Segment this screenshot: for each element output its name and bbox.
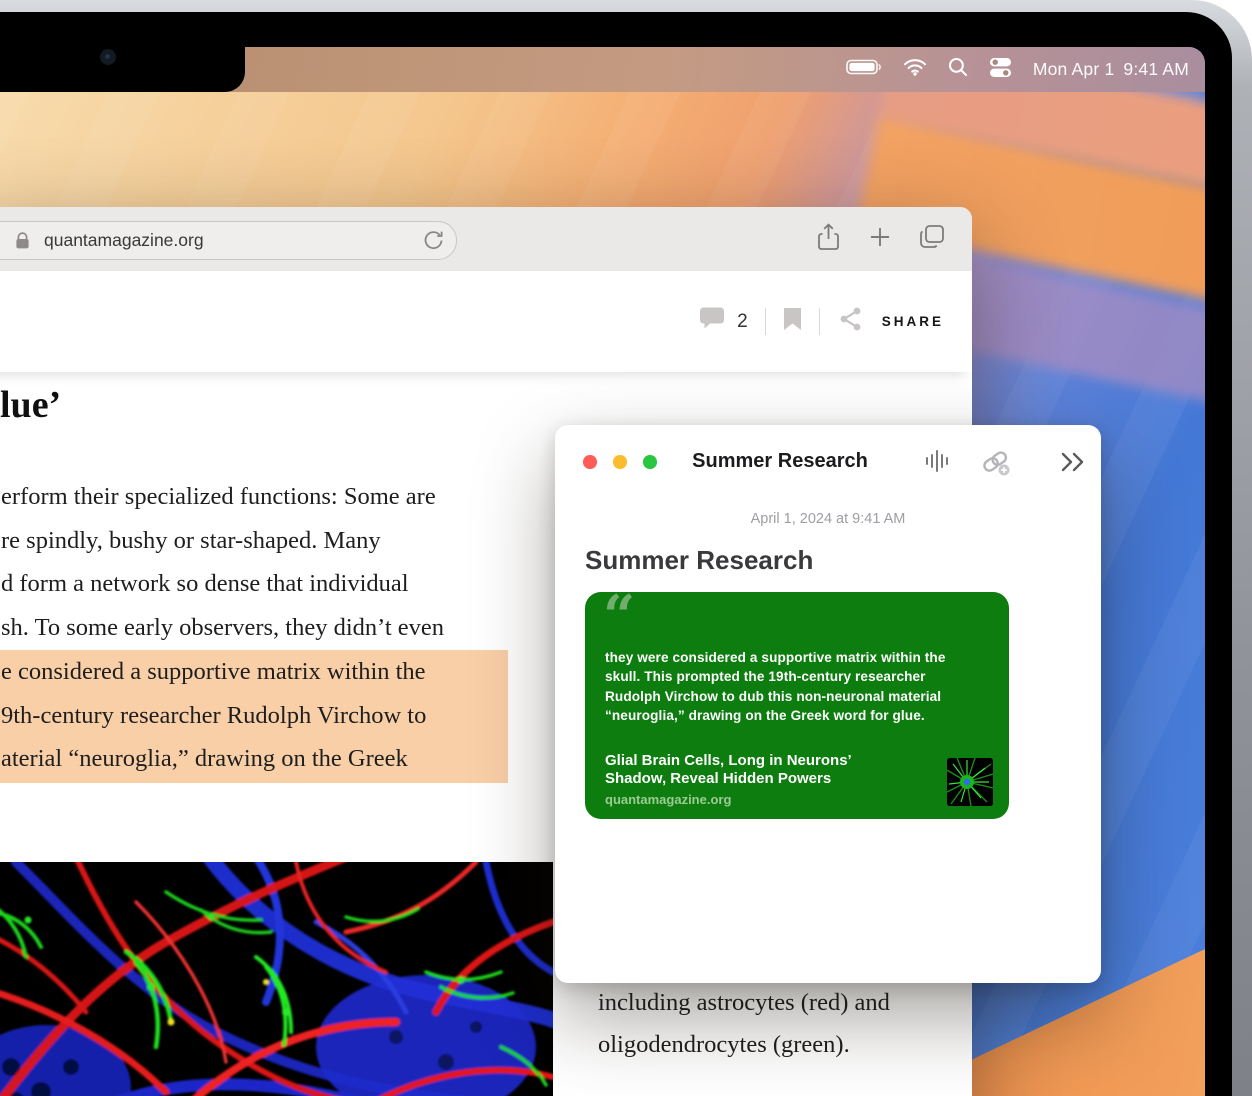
highlight-line: 9th-century researcher Rudolph Virchow t… <box>1 694 426 738</box>
share-button[interactable]: SHARE <box>882 314 944 329</box>
menu-bar-date: Mon Apr 1 <box>1033 59 1115 80</box>
paragraph-line: d form a network so dense that individua… <box>1 562 444 606</box>
highlight-line: e considered a supportive matrix within … <box>1 650 426 694</box>
paragraph-line: re spindly, bushy or star-shaped. Many <box>1 519 444 563</box>
lock-icon <box>15 232 30 250</box>
zoom-button[interactable] <box>643 455 657 469</box>
share-network-icon[interactable] <box>837 307 863 336</box>
window-controls <box>583 455 657 469</box>
close-button[interactable] <box>583 455 597 469</box>
menu-bar-time: 9:41 AM <box>1123 59 1189 80</box>
quote-line: skull. This prompted the 19th-century re… <box>605 667 946 686</box>
desktop: quantamagazine.org <box>0 47 1205 1096</box>
quote-icon: “ <box>603 588 635 644</box>
spotlight-search-icon[interactable] <box>948 57 968 82</box>
control-center-icon[interactable] <box>989 57 1012 83</box>
wifi-icon[interactable] <box>903 58 927 81</box>
minimize-button[interactable] <box>613 455 627 469</box>
caption-line: including astrocytes (red) and <box>598 982 890 1024</box>
caption-line: oligodendrocytes (green). <box>598 1024 890 1066</box>
article-paragraph: erform their specialized functions: Some… <box>1 475 444 649</box>
safari-toolbar: quantamagazine.org <box>0 207 972 272</box>
add-link-icon[interactable] <box>980 448 1014 483</box>
highlighted-text-block: e considered a supportive matrix within … <box>0 650 508 783</box>
note-title: Summer Research <box>585 545 813 576</box>
quote-attachment-card[interactable]: “ they were considered a supportive matr… <box>585 592 1009 819</box>
notes-quick-note-window: Summer Research <box>555 425 1101 983</box>
quote-thumbnail <box>947 758 993 806</box>
quote-source-domain: quantamagazine.org <box>605 792 731 807</box>
quote-text: they were considered a supportive matrix… <box>605 648 946 725</box>
audio-waveform-icon[interactable] <box>923 448 953 479</box>
double-chevron-right-icon[interactable] <box>1059 451 1089 478</box>
url-text: quantamagazine.org <box>44 230 204 251</box>
tab-overview-icon[interactable] <box>919 224 946 255</box>
comments-icon[interactable] <box>698 307 726 336</box>
quote-source-title: Glial Brain Cells, Long in Neurons’ Shad… <box>605 752 852 787</box>
note-timestamp: April 1, 2024 at 9:41 AM <box>555 511 1101 527</box>
image-caption: including astrocytes (red) and oligodend… <box>598 982 890 1096</box>
battery-icon[interactable] <box>846 59 882 80</box>
quote-line: Rudolph Virchow to dub this non-neuronal… <box>605 687 946 706</box>
microscopy-image <box>0 862 553 1096</box>
bookmark-icon[interactable] <box>783 307 802 336</box>
paragraph-line: erform their specialized functions: Some… <box>1 475 444 519</box>
camera-notch <box>0 47 245 92</box>
menu-bar: Mon Apr 1 9:41 AM <box>0 47 1205 92</box>
divider <box>819 308 820 335</box>
comment-count[interactable]: 2 <box>737 311 748 333</box>
note-window-title: Summer Research <box>675 450 885 473</box>
divider <box>765 308 766 335</box>
caption-dash: — <box>598 1082 890 1096</box>
address-bar[interactable]: quantamagazine.org <box>0 221 457 260</box>
reload-button[interactable] <box>422 229 445 257</box>
paragraph-line: sh. To some early observers, they didn’t… <box>1 606 444 650</box>
quote-line: they were considered a supportive matrix… <box>605 648 946 667</box>
article-headline-fragment: lue’ <box>0 383 61 427</box>
menu-bar-clock[interactable]: Mon Apr 1 9:41 AM <box>1033 59 1189 80</box>
article-header-bar: 2 SHARE <box>0 271 972 372</box>
new-tab-icon[interactable] <box>868 225 892 254</box>
camera-icon <box>100 49 116 65</box>
quote-line: “neuroglia,” drawing on the Greek word f… <box>605 706 946 725</box>
share-icon[interactable] <box>816 223 841 256</box>
highlight-line: aterial “neuroglia,” drawing on the Gree… <box>1 737 426 781</box>
